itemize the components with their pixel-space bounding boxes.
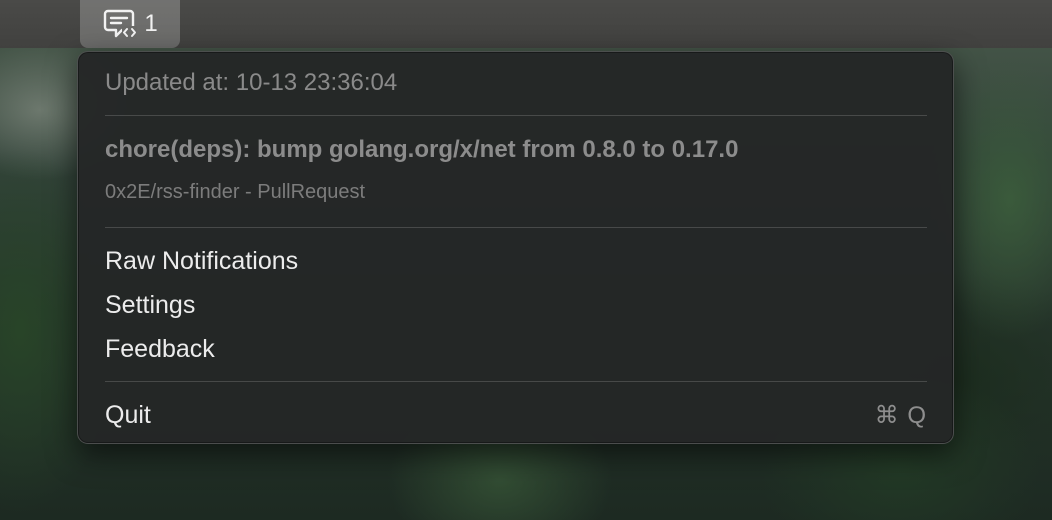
- updated-at-label: Updated at: 10-13 23:36:04: [105, 68, 927, 98]
- chat-bubble-code-icon: [102, 8, 138, 40]
- menu-item-label: Settings: [105, 290, 196, 319]
- menu-item-raw-notifications[interactable]: Raw Notifications: [105, 243, 927, 279]
- menu-item-label: Feedback: [105, 334, 215, 363]
- menu-item-feedback[interactable]: Feedback: [105, 331, 927, 367]
- notification-count: 1: [144, 10, 158, 37]
- quit-shortcut: ⌘ Q: [874, 401, 927, 429]
- notification-subtitle-row: 0x2E/rss-finder - PullRequest: [105, 179, 927, 205]
- menu-item-quit[interactable]: Quit ⌘ Q: [105, 397, 927, 433]
- dropdown-menu: Updated at: 10-13 23:36:04 chore(deps): …: [77, 51, 954, 444]
- desktop-wallpaper: 1 Updated at: 10-13 23:36:04 chore(deps)…: [0, 0, 1052, 520]
- menu-item-label: Raw Notifications: [105, 246, 299, 275]
- menu-separator: [105, 115, 927, 116]
- menu-bar: 1: [0, 0, 1052, 48]
- menu-item-label: Quit: [105, 400, 151, 429]
- menu-separator: [105, 381, 927, 382]
- menu-separator: [105, 227, 927, 228]
- notification-item[interactable]: chore(deps): bump golang.org/x/net from …: [105, 134, 927, 166]
- notification-title: chore(deps): bump golang.org/x/net from …: [105, 136, 739, 163]
- notification-subtitle: 0x2E/rss-finder - PullRequest: [105, 180, 366, 203]
- notifications-status-item[interactable]: 1: [80, 0, 180, 48]
- updated-at-text: Updated at: 10-13 23:36:04: [105, 69, 398, 96]
- menu-item-settings[interactable]: Settings: [105, 287, 927, 323]
